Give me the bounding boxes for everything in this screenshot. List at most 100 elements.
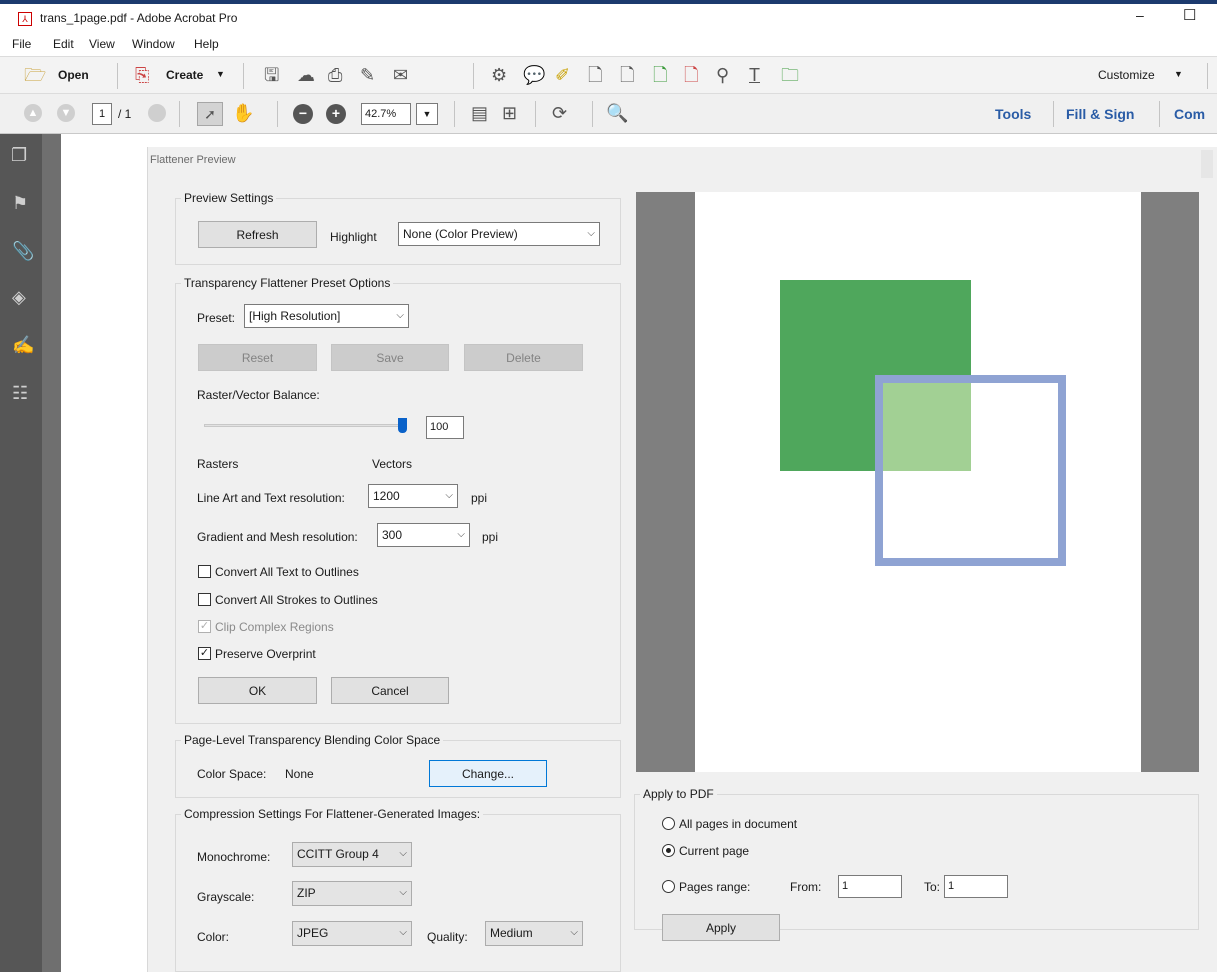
preserve-overprint-label: Preserve Overprint	[215, 647, 316, 661]
zoom-in-icon[interactable]: +	[326, 104, 346, 124]
chevron-down-icon[interactable]: ▼	[216, 69, 225, 79]
chevron-down-icon: ⌵	[587, 228, 595, 239]
hand-tool-icon[interactable]: ✋	[232, 102, 254, 124]
from-label: From:	[790, 880, 822, 894]
save-button[interactable]: Save	[331, 344, 449, 371]
lineart-select[interactable]: 1200 ⌵	[368, 484, 458, 508]
save-icon[interactable]: 🖫	[264, 64, 279, 86]
color-space-label: Color Space:	[197, 767, 267, 781]
main-toolbar: 🗁 Open ⎘ Create ▼ 🖫 ☁ ⎙ ✎ ✉ ⚙ 💬 ✐ 🗋 🗋 🗋 …	[0, 56, 1217, 94]
reset-button[interactable]: Reset	[198, 344, 317, 371]
page-down-icon[interactable]: ▼	[57, 104, 75, 122]
color-space-group: Page-Level Transparency Blending Color S…	[175, 733, 621, 798]
print-icon[interactable]: ⎙	[328, 64, 342, 86]
tags-icon[interactable]: ☷	[12, 382, 28, 404]
balance-input[interactable]: 100	[426, 416, 464, 439]
page-up-icon[interactable]: ▲	[24, 104, 42, 122]
create-pdf-icon[interactable]: ⎘	[135, 64, 149, 86]
grayscale-label: Grayscale:	[197, 890, 255, 904]
document-edit-icon[interactable]: 🗋	[684, 64, 698, 86]
gradient-select[interactable]: 300 ⌵	[377, 523, 470, 547]
menu-edit[interactable]: Edit	[53, 37, 74, 51]
menu-window[interactable]: Window	[132, 37, 175, 51]
fit-page-icon[interactable]: ▤	[471, 102, 488, 124]
page-total: / 1	[118, 107, 132, 121]
page-number-input[interactable]: 1	[92, 103, 112, 125]
flattener-preview-dialog: Flattener Preview Preview Settings Refre…	[147, 147, 1217, 972]
cloud-upload-icon[interactable]: ☁	[297, 64, 315, 86]
fill-sign-tab[interactable]: Fill & Sign	[1066, 106, 1134, 122]
color-select[interactable]: JPEG ⌵	[292, 921, 412, 946]
preset-select[interactable]: [High Resolution] ⌵	[244, 304, 409, 328]
text-tool-icon[interactable]: T	[749, 64, 760, 86]
pages-icon[interactable]: ❐	[11, 144, 27, 166]
select-tool-icon[interactable]: ➚	[197, 102, 223, 126]
search-icon[interactable]: 🔍	[606, 102, 628, 124]
next-page-icon[interactable]	[148, 104, 166, 122]
email-icon[interactable]: ✉	[393, 64, 408, 86]
stamp-tool-icon[interactable]: ⚲	[716, 64, 729, 86]
color-label: Color:	[197, 930, 230, 944]
delete-button[interactable]: Delete	[464, 344, 583, 371]
ok-button[interactable]: OK	[198, 677, 317, 704]
quality-select[interactable]: Medium ⌵	[485, 921, 583, 946]
document-search-icon[interactable]: 🗋	[620, 64, 634, 86]
gradient-label: Gradient and Mesh resolution:	[197, 530, 358, 544]
maximize-button[interactable]: ☐	[1183, 6, 1196, 24]
signature-icon[interactable]: ✍	[12, 334, 34, 356]
attachment-icon[interactable]: 📎	[12, 240, 34, 262]
current-page-radio[interactable]	[662, 844, 675, 857]
minimize-button[interactable]: –	[1136, 7, 1144, 23]
comment-icon[interactable]: 💬	[523, 64, 545, 86]
send-icon[interactable]: 🗀	[781, 64, 799, 86]
menu-help[interactable]: Help	[194, 37, 219, 51]
stamp-icon[interactable]: ✐	[555, 64, 570, 86]
from-input[interactable]: 1	[838, 875, 902, 898]
fit-width-icon[interactable]: ⊞	[502, 102, 517, 124]
zoom-dropdown-icon[interactable]: ▼	[416, 103, 438, 125]
refresh-button[interactable]: Refresh	[198, 221, 317, 248]
create-button[interactable]: Create	[166, 68, 203, 82]
grayscale-select[interactable]: ZIP ⌵	[292, 881, 412, 906]
customize-chevron-icon[interactable]: ▼	[1174, 69, 1183, 79]
layers-icon[interactable]: ◈	[12, 286, 26, 308]
convert-text-checkbox[interactable]	[198, 565, 211, 578]
chevron-down-icon: ⌵	[570, 927, 578, 938]
zoom-out-icon[interactable]: −	[293, 104, 313, 124]
open-folder-icon[interactable]: 🗁	[24, 64, 46, 86]
bookmark-icon[interactable]: ⚑	[12, 192, 28, 214]
vectors-label: Vectors	[372, 457, 413, 471]
pages-range-radio[interactable]	[662, 880, 675, 893]
settings-icon[interactable]: ⚙	[491, 64, 507, 86]
comment-tab[interactable]: Com	[1174, 106, 1205, 122]
chevron-down-icon: ⌵	[399, 887, 407, 898]
highlight-select[interactable]: None (Color Preview) ⌵	[398, 222, 600, 246]
preview-settings-legend: Preview Settings	[184, 191, 274, 205]
rotate-icon[interactable]: ⟳	[552, 102, 567, 124]
document-lock-icon[interactable]: 🗋	[588, 64, 602, 86]
tools-tab[interactable]: Tools	[995, 106, 1031, 122]
highlight-label: Highlight	[330, 230, 377, 244]
menu-view[interactable]: View	[89, 37, 115, 51]
menu-file[interactable]: File	[12, 37, 31, 51]
zoom-input[interactable]: 42.7%	[361, 103, 411, 125]
dialog-scrollbar[interactable]	[1201, 150, 1213, 178]
customize-button[interactable]: Customize	[1098, 68, 1155, 82]
apply-button[interactable]: Apply	[662, 914, 780, 941]
edit-icon[interactable]: ✎	[360, 64, 375, 86]
open-button[interactable]: Open	[58, 68, 89, 82]
cancel-button[interactable]: Cancel	[331, 677, 449, 704]
document-export-icon[interactable]: 🗋	[653, 64, 667, 86]
to-input[interactable]: 1	[944, 875, 1008, 898]
all-pages-radio[interactable]	[662, 817, 675, 830]
balance-slider-track[interactable]	[204, 424, 404, 427]
preview-page	[695, 192, 1141, 772]
balance-slider-thumb[interactable]	[398, 418, 407, 433]
preserve-overprint-checkbox[interactable]: ✓	[198, 647, 211, 660]
monochrome-select[interactable]: CCITT Group 4 ⌵	[292, 842, 412, 867]
clip-complex-checkbox[interactable]: ✓	[198, 620, 211, 633]
convert-strokes-checkbox[interactable]	[198, 593, 211, 606]
window-title: trans_1page.pdf - Adobe Acrobat Pro	[40, 11, 238, 25]
change-button[interactable]: Change...	[429, 760, 547, 787]
preset-options-legend: Transparency Flattener Preset Options	[184, 276, 391, 290]
